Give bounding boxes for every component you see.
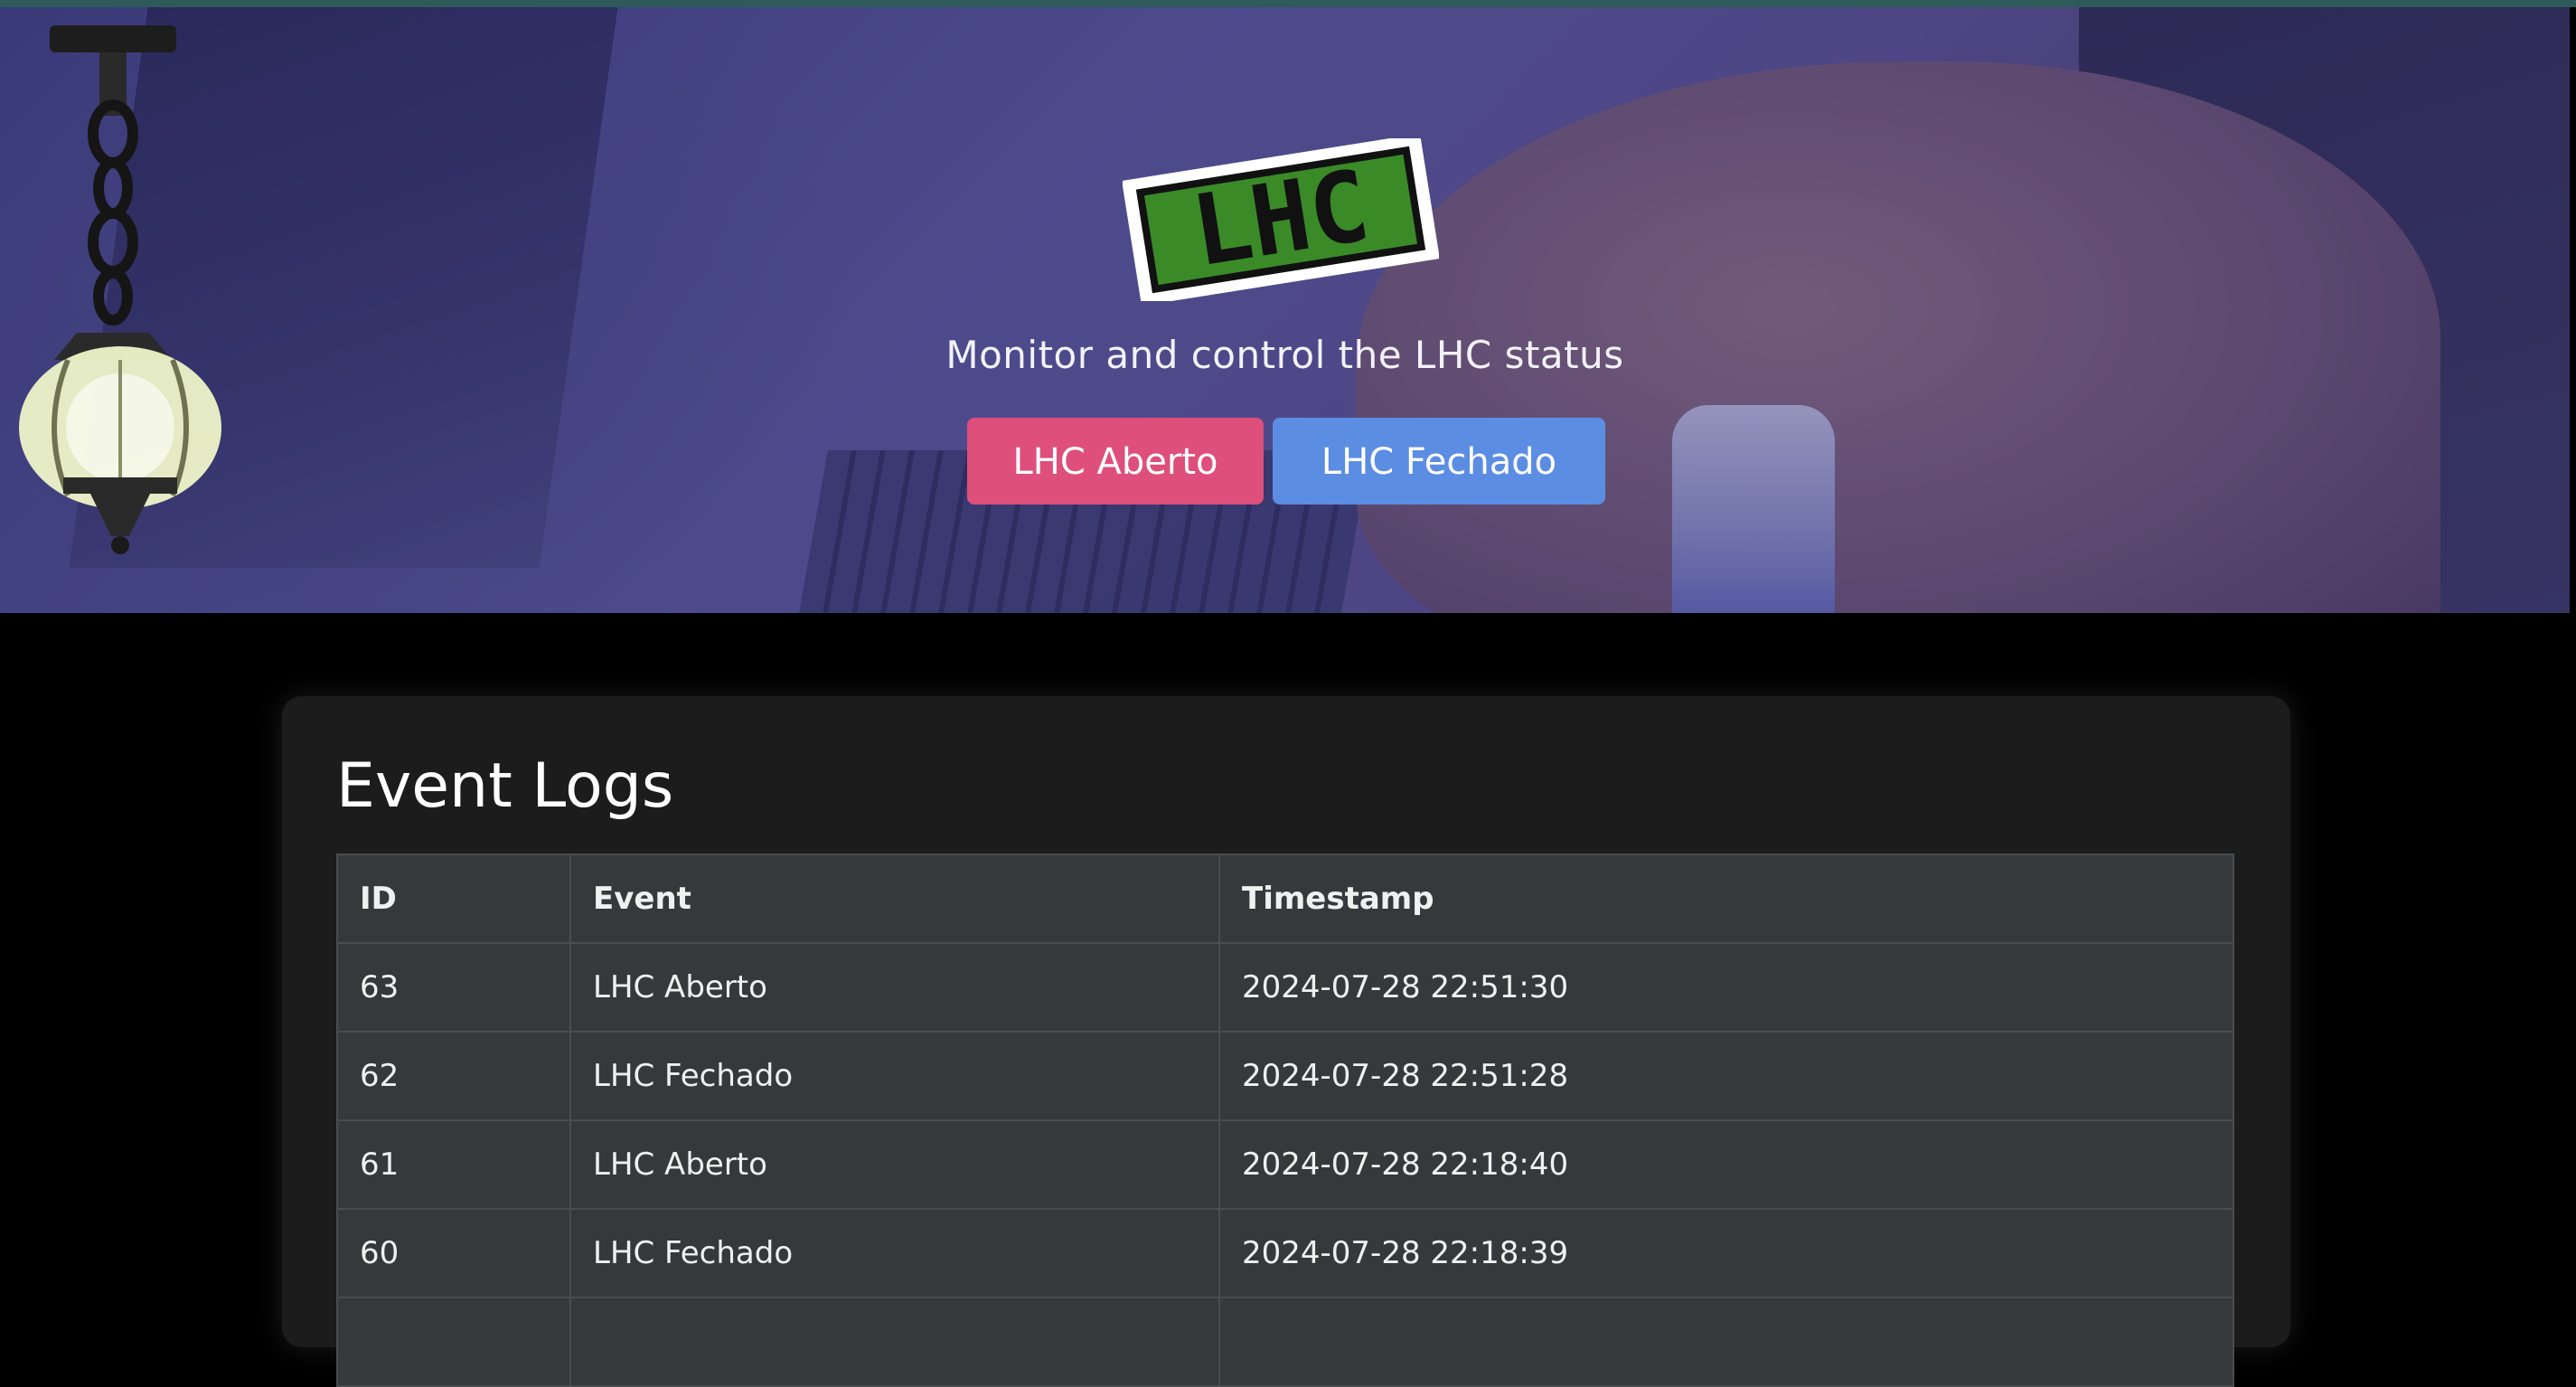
cell-id: 62 — [336, 1031, 571, 1121]
lhc-logo: LHC — [1123, 138, 1439, 301]
hero-banner: LHC Monitor and control the LHC status L… — [0, 7, 2570, 613]
cell-id — [336, 1297, 571, 1387]
table-row — [336, 1297, 2234, 1387]
cell-event: LHC Fechado — [569, 1208, 1220, 1298]
column-header-id: ID — [336, 854, 571, 944]
cell-timestamp: 2024-07-28 22:51:30 — [1218, 942, 2234, 1033]
cell-timestamp — [1218, 1297, 2234, 1387]
table-row: 62 LHC Fechado 2024-07-28 22:51:28 — [336, 1031, 2234, 1121]
cell-id: 61 — [336, 1119, 571, 1210]
cell-timestamp: 2024-07-28 22:18:39 — [1218, 1208, 2234, 1298]
table-row: 60 LHC Fechado 2024-07-28 22:18:39 — [336, 1208, 2234, 1298]
lhc-closed-button[interactable]: LHC Fechado — [1273, 418, 1605, 505]
cell-event: LHC Fechado — [569, 1031, 1220, 1121]
cell-id: 63 — [336, 942, 571, 1033]
cell-id: 60 — [336, 1208, 571, 1298]
hero-subtitle: Monitor and control the LHC status — [945, 333, 1624, 377]
lantern-icon — [19, 25, 221, 554]
table-header-row: ID Event Timestamp — [336, 854, 2234, 944]
cell-event: LHC Aberto — [569, 1119, 1220, 1210]
event-logs-title: Event Logs — [336, 750, 674, 822]
top-border — [0, 0, 2576, 7]
column-header-event: Event — [569, 854, 1220, 944]
table-row: 61 LHC Aberto 2024-07-28 22:18:40 — [336, 1119, 2234, 1210]
cell-event — [569, 1297, 1220, 1387]
lhc-open-button[interactable]: LHC Aberto — [967, 418, 1264, 505]
column-header-timestamp: Timestamp — [1218, 854, 2234, 944]
table-row: 63 LHC Aberto 2024-07-28 22:51:30 — [336, 942, 2234, 1033]
event-logs-panel: Event Logs ID Event Timestamp 63 LHC Abe… — [282, 696, 2290, 1387]
event-logs-table: ID Event Timestamp 63 LHC Aberto 2024-07… — [336, 854, 2234, 1387]
cell-event: LHC Aberto — [569, 942, 1220, 1033]
cell-timestamp: 2024-07-28 22:51:28 — [1218, 1031, 2234, 1121]
cell-timestamp: 2024-07-28 22:18:40 — [1218, 1119, 2234, 1210]
